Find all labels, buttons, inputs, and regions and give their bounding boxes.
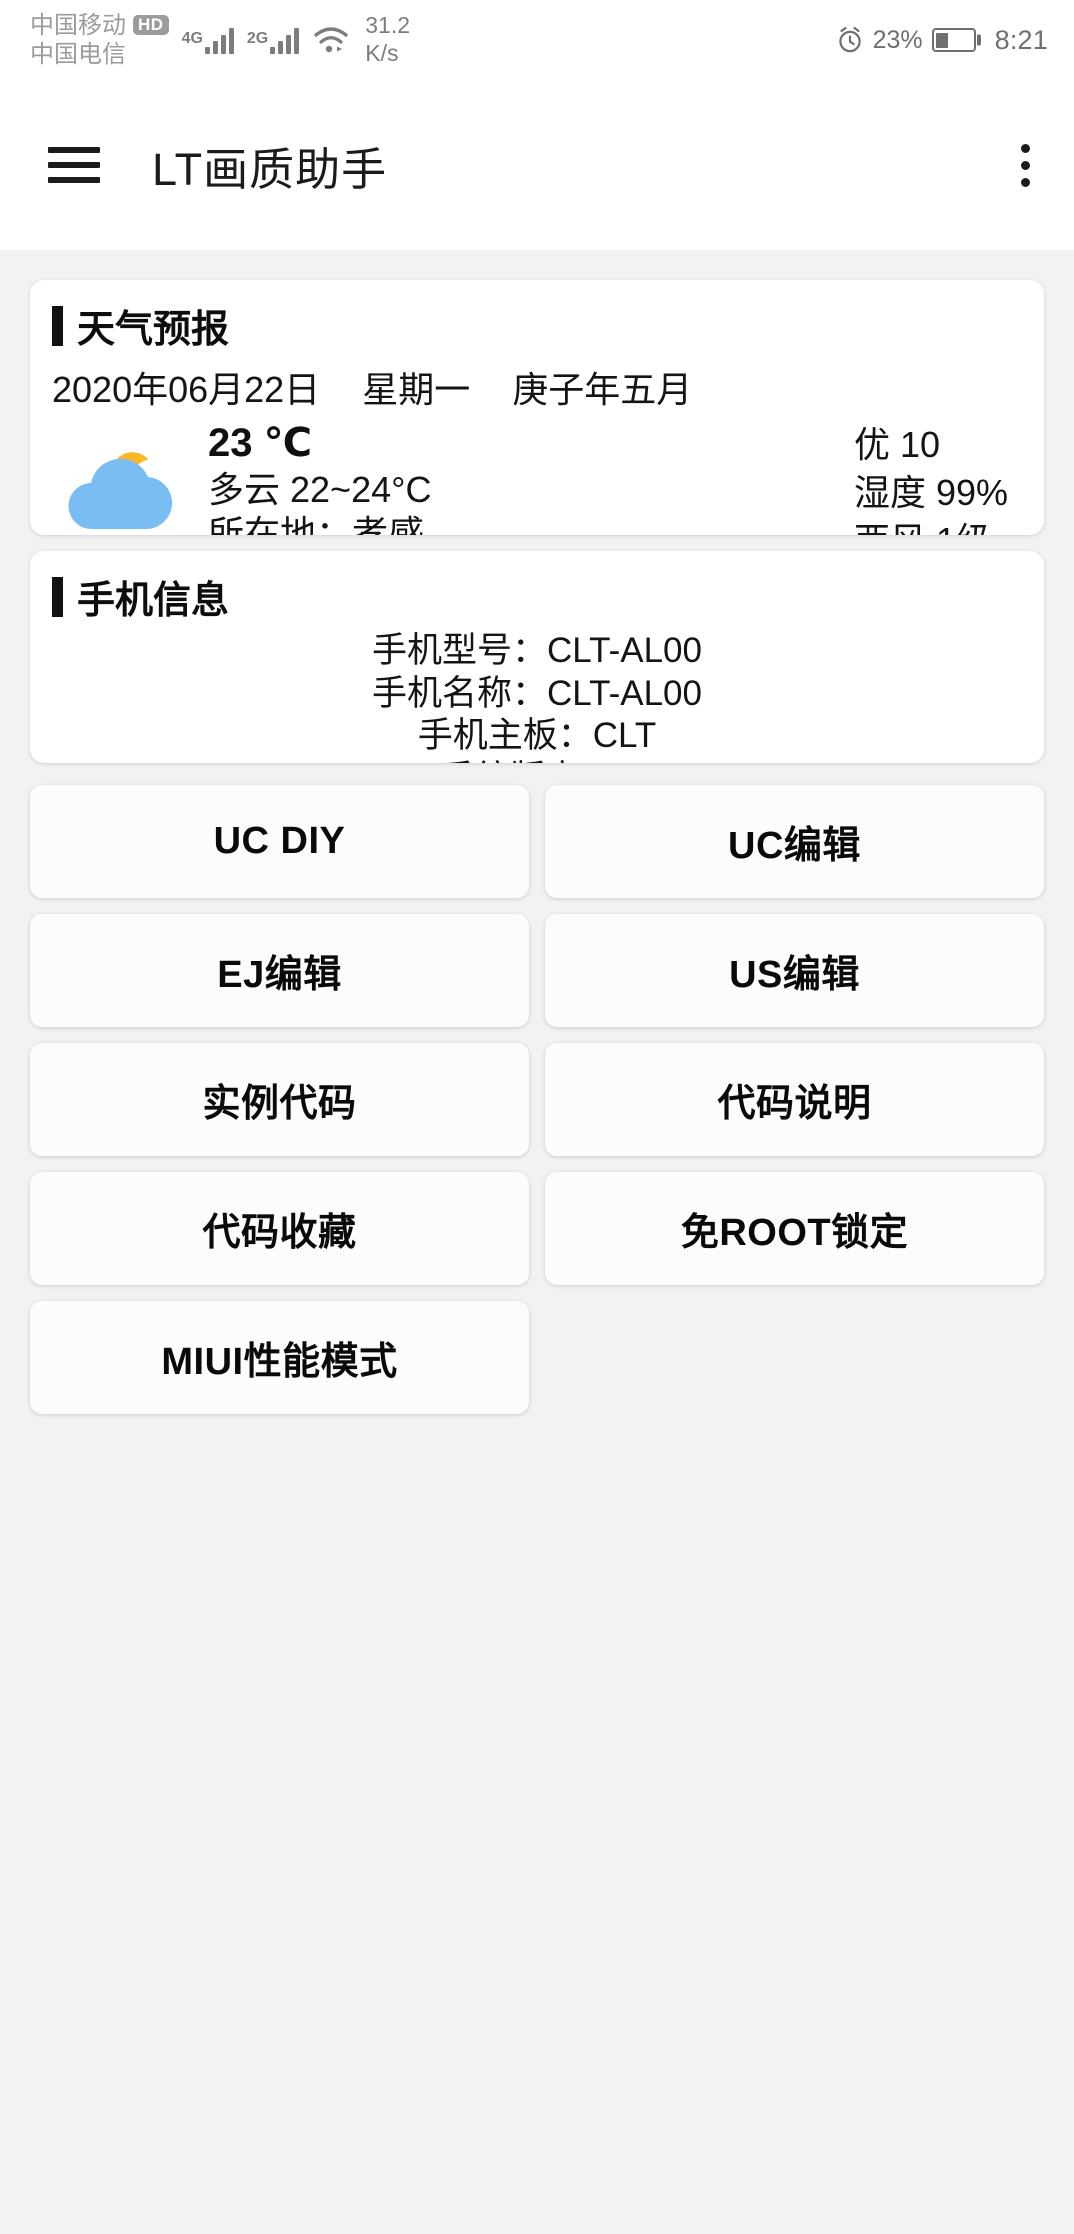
weather-side-stats: 优 10 湿度 99% 西风 1级 <box>854 419 1022 535</box>
page-title: LT画质助手 <box>152 143 388 195</box>
carrier-row-secondary: 中国电信 <box>30 40 169 69</box>
weather-humidity: 湿度 99% <box>853 471 1008 513</box>
weather-date-line: 2020年06月22日 星期一 庚子年五月 <box>52 361 1022 413</box>
network-speed-unit: K/s <box>365 40 399 66</box>
weather-air-quality: 优 10 <box>853 424 940 465</box>
cloudy-night-icon <box>68 452 173 530</box>
overflow-dot <box>1021 160 1030 170</box>
button-code-favorites[interactable]: 代码收藏 <box>30 1172 529 1285</box>
button-code-description[interactable]: 代码说明 <box>545 1043 1044 1156</box>
network-type-secondary-label: 2G <box>246 30 269 47</box>
phone-info-card-title-label: 手机信息 <box>77 580 230 622</box>
network-speed-value: 31.2 <box>365 12 411 39</box>
status-bar-clock: 8:21 <box>994 24 1048 55</box>
hamburger-line <box>48 177 100 183</box>
weather-condition: 多云 22~24°C <box>208 468 432 510</box>
alarm-clock-icon <box>838 26 861 53</box>
carrier-row-primary: 中国移动 HD <box>30 11 169 40</box>
signal-bars-secondary-icon <box>270 26 300 54</box>
network-speed: 31.2 K/s <box>365 12 410 67</box>
phone-info-row: 手机主板：CLT <box>417 716 657 756</box>
title-accent-bar <box>52 305 63 346</box>
weather-date: 2020年06月22日 <box>52 369 321 410</box>
battery-percent-label: 23% <box>872 25 923 54</box>
weather-main: 23 ℃ 多云 22~24°C 所在地：孝感 <box>208 419 432 535</box>
signal-group-primary: 4G <box>182 26 234 54</box>
main-content: 天气预报 2020年06月22日 星期一 庚子年五月 23 ℃ 多云 22~24… <box>0 250 1074 2234</box>
battery-fill <box>936 32 948 48</box>
hd-badge-icon: HD <box>133 15 169 36</box>
button-root-free-lock[interactable]: 免ROOT锁定 <box>545 1172 1044 1285</box>
carrier-primary-label: 中国移动 <box>30 11 126 39</box>
carrier-labels: 中国移动 HD 中国电信 <box>30 11 169 70</box>
status-bar-left: 中国移动 HD 中国电信 4G 2G 31.2 K/s <box>30 11 410 70</box>
phone-info-row: 手机名称：CLT-AL00 <box>372 673 702 713</box>
app-bar: LT画质助手 <box>0 80 1074 250</box>
status-bar-right: 23% 8:21 <box>836 25 1048 56</box>
phone-info-card[interactable]: 手机信息 手机型号：CLT-AL00 手机名称：CLT-AL00 手机主板：CL… <box>30 551 1044 763</box>
hamburger-line <box>48 162 100 168</box>
button-uc-edit[interactable]: UC编辑 <box>545 785 1044 898</box>
wifi-icon <box>314 27 348 53</box>
overflow-dot <box>1021 143 1030 153</box>
weather-card-title: 天气预报 <box>52 298 1022 353</box>
button-miui-performance-mode[interactable]: MIUI性能模式 <box>30 1301 529 1414</box>
carrier-secondary-label: 中国电信 <box>30 41 126 68</box>
signal-bars-primary-icon <box>204 26 234 54</box>
phone-info-card-title: 手机信息 <box>52 569 1022 624</box>
weather-card-title-label: 天气预报 <box>77 309 230 351</box>
overflow-dot <box>1021 177 1030 187</box>
title-accent-bar <box>52 576 63 617</box>
status-bar: 中国移动 HD 中国电信 4G 2G 31.2 K/s 23% 8:21 <box>0 0 1074 80</box>
network-type-primary-label: 4G <box>181 30 203 47</box>
overflow-menu-icon[interactable] <box>1013 136 1038 195</box>
weather-card[interactable]: 天气预报 2020年06月22日 星期一 庚子年五月 23 ℃ 多云 22~24… <box>30 280 1044 535</box>
button-ej-edit[interactable]: EJ编辑 <box>30 914 529 1027</box>
button-us-edit[interactable]: US编辑 <box>545 914 1044 1027</box>
weather-wind: 西风 1级 <box>854 517 992 535</box>
phone-info-row: 系统版本：9 <box>440 758 634 763</box>
button-uc-diy[interactable]: UC DIY <box>30 785 529 898</box>
hamburger-line <box>48 147 100 153</box>
weather-weekday: 星期一 <box>362 369 471 410</box>
action-button-grid: UC DIY UC编辑 EJ编辑 US编辑 实例代码 代码说明 代码收藏 免RO… <box>0 763 1074 1422</box>
button-example-code[interactable]: 实例代码 <box>30 1043 529 1156</box>
signal-group-secondary: 2G <box>246 26 300 54</box>
hamburger-menu-icon[interactable] <box>48 147 100 183</box>
weather-location: 所在地：孝感 <box>208 512 425 535</box>
phone-info-rows: 手机型号：CLT-AL00 手机名称：CLT-AL00 手机主板：CLT 系统版… <box>52 630 1022 763</box>
weather-body: 23 ℃ 多云 22~24°C 所在地：孝感 优 10 湿度 99% 西风 1级 <box>52 419 1022 535</box>
weather-lunar-date: 庚子年五月 <box>512 369 693 410</box>
phone-info-row: 手机型号：CLT-AL00 <box>372 631 702 670</box>
battery-icon <box>931 28 976 52</box>
weather-temperature: 23 ℃ <box>208 421 313 465</box>
